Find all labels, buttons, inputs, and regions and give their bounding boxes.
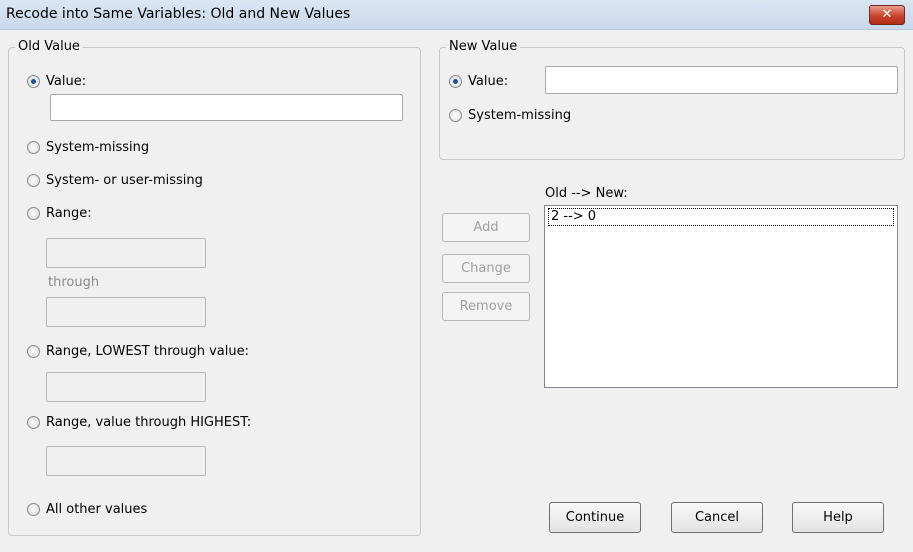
dialog-title: Recode into Same Variables: Old and New … [6, 6, 351, 22]
radio-icon[interactable] [27, 141, 40, 154]
close-button[interactable]: ✕ [869, 5, 905, 25]
recode-dialog: Recode into Same Variables: Old and New … [0, 0, 913, 552]
range-lowest-radio[interactable]: Range, LOWEST through value: [27, 344, 249, 359]
all-other-values-radio[interactable]: All other values [27, 502, 147, 517]
new-system-missing-radio[interactable]: System-missing [449, 108, 571, 123]
new-value-input[interactable] [545, 66, 898, 94]
title-bar: Recode into Same Variables: Old and New … [0, 0, 913, 30]
radio-selected-icon[interactable] [27, 75, 40, 88]
radio-icon[interactable] [449, 109, 462, 122]
radio-icon[interactable] [27, 207, 40, 220]
all-other-values-label: All other values [46, 502, 148, 517]
radio-icon[interactable] [27, 416, 40, 429]
old-new-list[interactable]: 2 --> 0 [544, 205, 898, 388]
old-value-value-label: Value: [46, 74, 87, 89]
system-or-user-missing-radio[interactable]: System- or user-missing [27, 173, 203, 188]
old-value-radio[interactable]: Value: [27, 74, 86, 89]
through-label: through [48, 275, 100, 290]
range-label: Range: [46, 206, 92, 221]
old-new-list-label: Old --> New: [545, 186, 628, 201]
old-value-group-title: Old Value [15, 39, 83, 54]
range-highest-input[interactable] [46, 446, 206, 476]
continue-button[interactable]: Continue [549, 502, 641, 533]
list-item[interactable]: 2 --> 0 [548, 208, 894, 226]
system-or-user-missing-label: System- or user-missing [46, 173, 203, 188]
radio-selected-icon[interactable] [449, 75, 462, 88]
cancel-button[interactable]: Cancel [671, 502, 763, 533]
range-lowest-input[interactable] [46, 372, 206, 402]
old-system-missing-radio[interactable]: System-missing [27, 140, 149, 155]
change-button[interactable]: Change [442, 254, 530, 283]
new-value-value-label: Value: [468, 74, 509, 89]
range-highest-label: Range, value through HIGHEST: [46, 415, 252, 430]
range-radio[interactable]: Range: [27, 206, 92, 221]
range-highest-radio[interactable]: Range, value through HIGHEST: [27, 415, 251, 430]
add-button[interactable]: Add [442, 213, 530, 242]
new-value-radio[interactable]: Value: [449, 74, 508, 89]
range-lowest-label: Range, LOWEST through value: [46, 344, 249, 359]
remove-button[interactable]: Remove [442, 292, 530, 321]
old-value-input[interactable] [50, 94, 403, 121]
new-system-missing-label: System-missing [468, 108, 572, 123]
radio-icon[interactable] [27, 503, 40, 516]
range-from-input[interactable] [46, 238, 206, 268]
help-button[interactable]: Help [792, 502, 884, 533]
radio-icon[interactable] [27, 345, 40, 358]
new-value-group-title: New Value [446, 39, 521, 54]
range-to-input[interactable] [46, 297, 206, 327]
new-value-group: New Value [439, 39, 905, 160]
radio-icon[interactable] [27, 174, 40, 187]
old-system-missing-label: System-missing [46, 140, 150, 155]
